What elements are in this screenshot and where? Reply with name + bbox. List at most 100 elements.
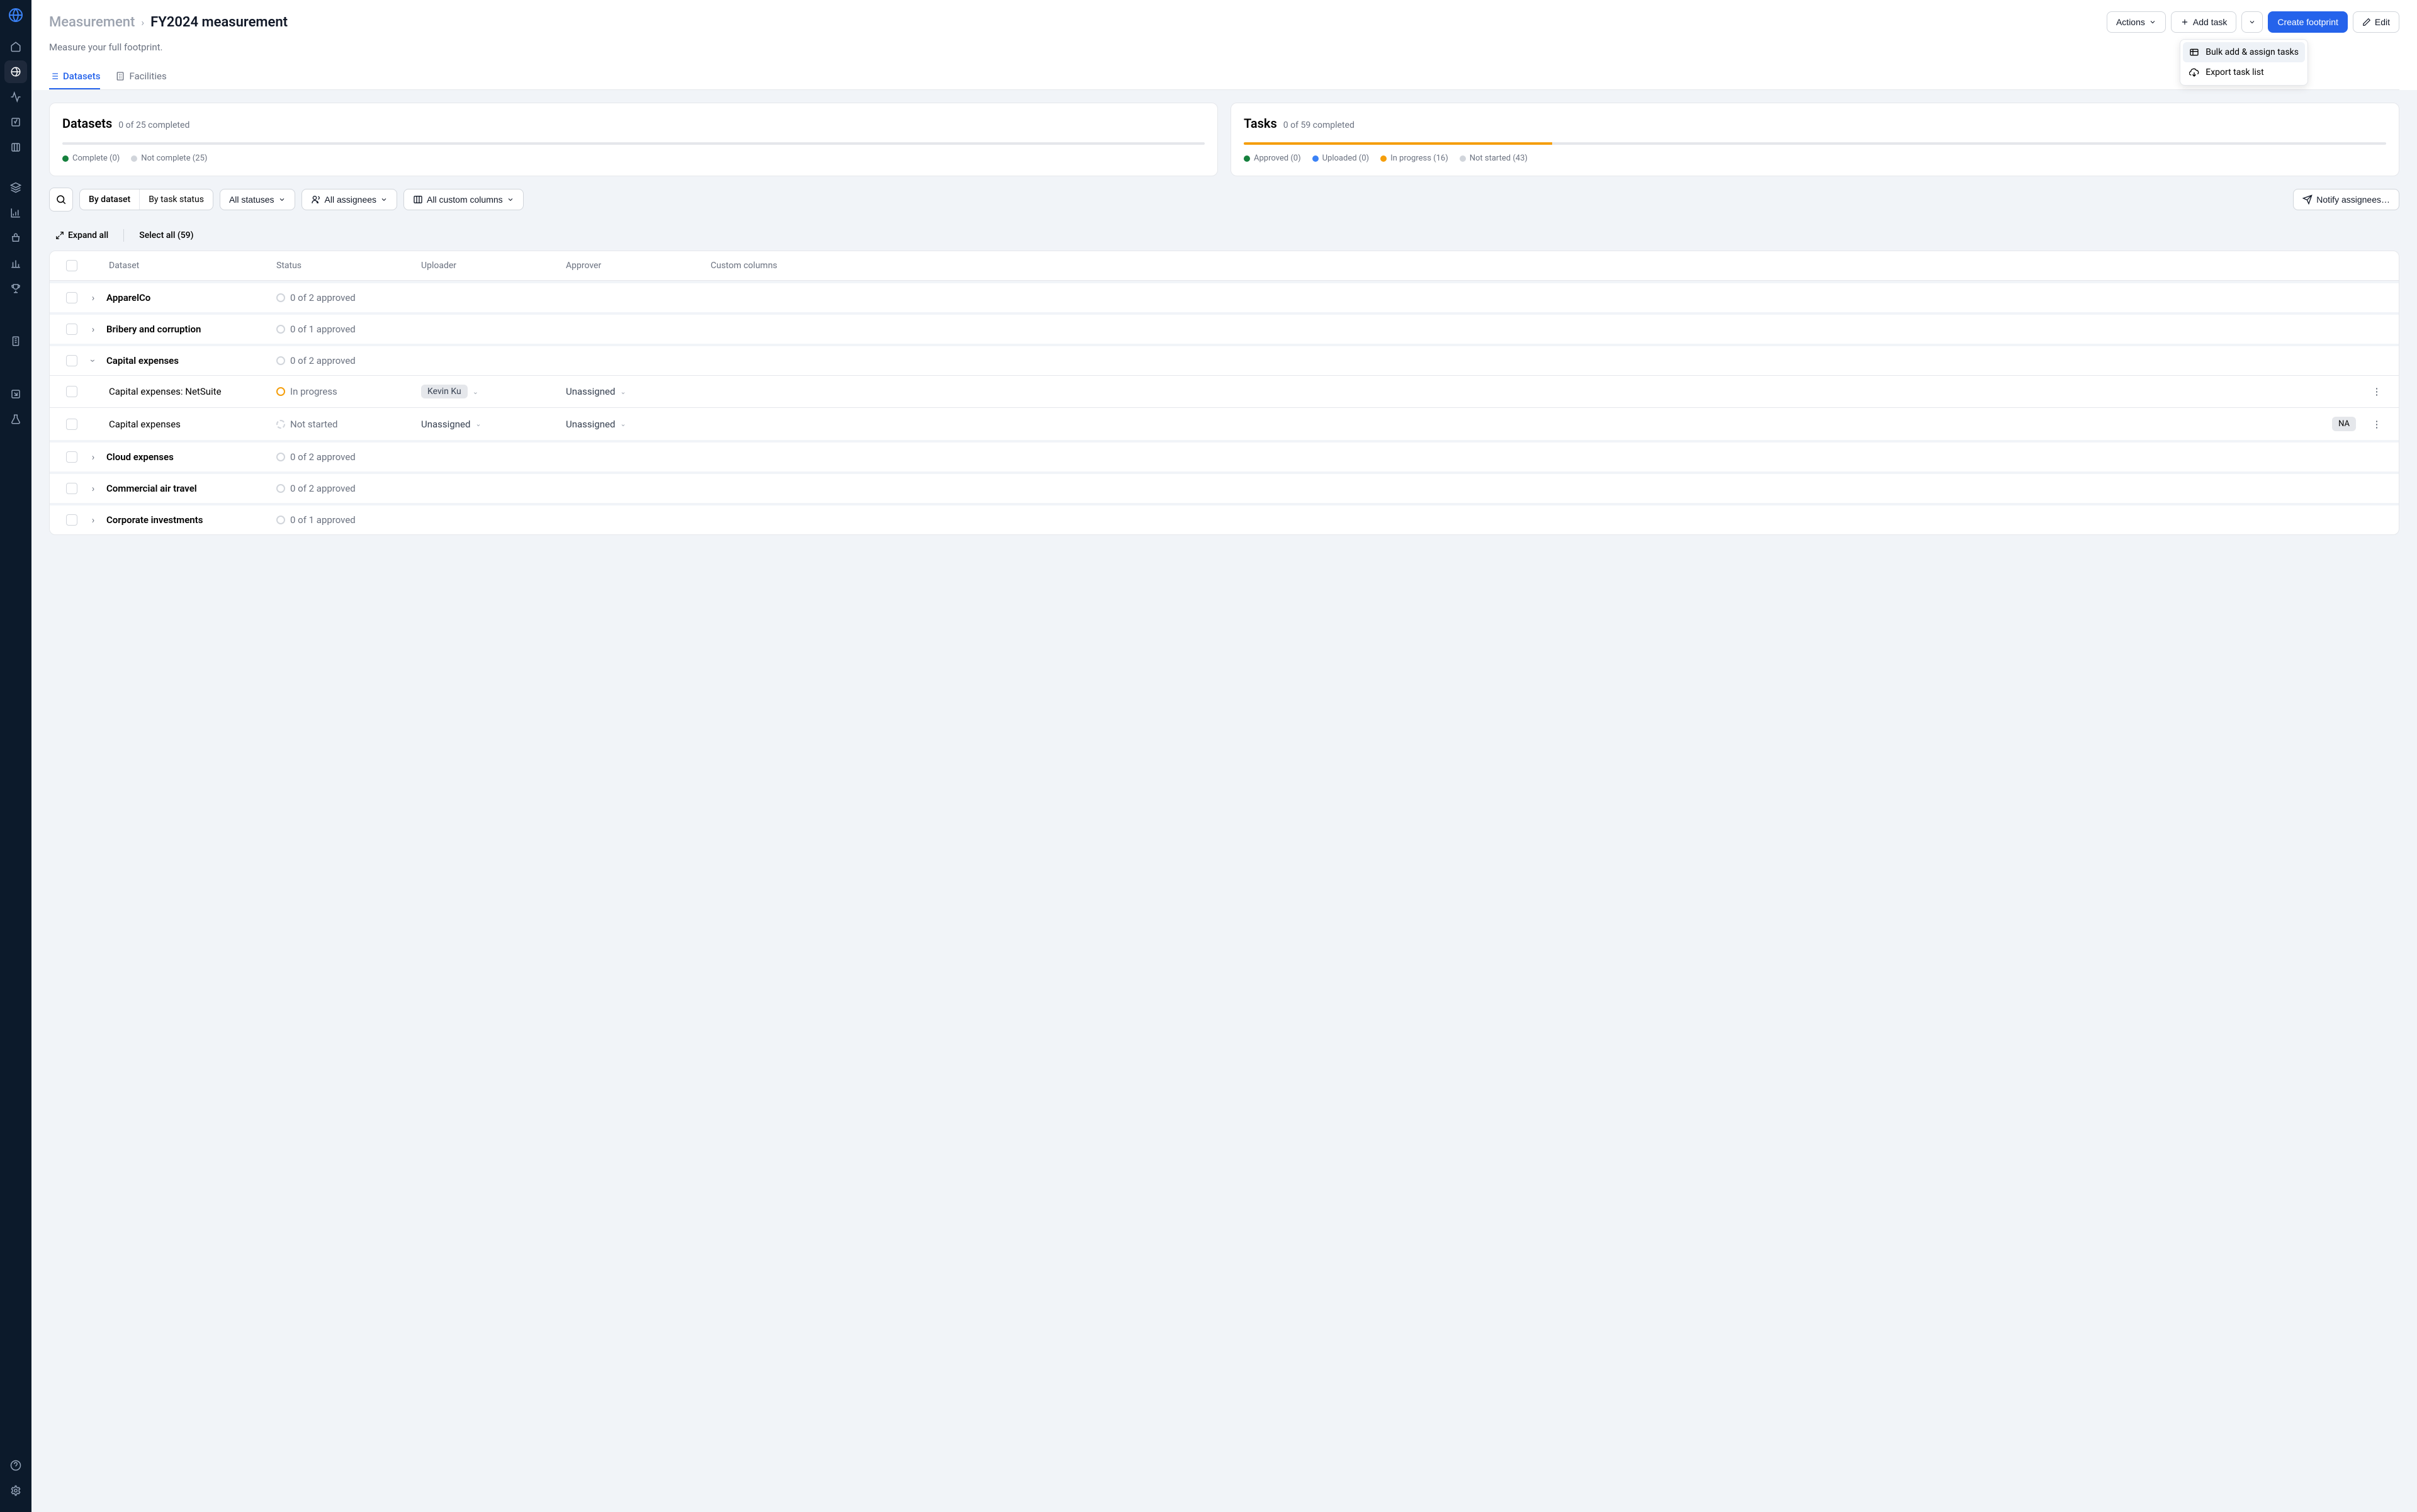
table-header: Dataset Status Uploader Approver Custom … [50, 251, 2399, 281]
col-dataset: Dataset [87, 261, 276, 271]
nav-finance-icon[interactable] [4, 252, 27, 274]
table-row: ›Corporate investments 0 of 1 approved [50, 503, 2399, 534]
search-icon [55, 194, 67, 205]
nav-activity-icon[interactable] [4, 86, 27, 108]
assignee-filter[interactable]: All assignees [301, 189, 398, 210]
send-icon [2302, 195, 2313, 205]
nav-data-icon[interactable] [4, 136, 27, 159]
status-ring-icon [276, 387, 285, 396]
legend-in-progress: In progress (16) [1380, 154, 1448, 163]
content-area: Datasets 0 of 25 completed Complete (0) … [31, 90, 2417, 1512]
col-custom: Custom columns [711, 261, 2361, 271]
nav-layers-icon[interactable] [4, 176, 27, 199]
status-ring-icon [276, 420, 285, 429]
add-task-button[interactable]: Add task [2171, 11, 2236, 33]
uploader-select[interactable]: Unassigned⌄ [421, 419, 482, 430]
add-task-more-button[interactable] [2241, 11, 2263, 33]
chevron-down-icon [507, 196, 514, 203]
tabs: Datasets Facilities [49, 64, 2399, 90]
nav-form-icon[interactable] [4, 111, 27, 133]
table-actions: Expand all Select all (59) [49, 220, 2399, 251]
table-row: ›ApparelCo 0 of 2 approved [50, 281, 2399, 312]
list-icon [49, 71, 59, 81]
bulk-add-label: Bulk add & assign tasks [2206, 47, 2299, 57]
status-ring-icon [276, 484, 285, 493]
notify-assignees-button[interactable]: Notify assignees… [2293, 189, 2399, 210]
nav-home-icon[interactable] [4, 35, 27, 58]
status-filter[interactable]: All statuses [220, 189, 295, 210]
row-checkbox[interactable] [66, 386, 77, 397]
custom-column-chip: NA [2332, 417, 2356, 431]
legend-not-complete: Not complete (25) [131, 154, 207, 163]
chevron-down-icon[interactable]: › [87, 355, 99, 366]
chevron-right-icon[interactable]: › [87, 451, 99, 463]
main-content: Measurement › FY2024 measurement Actions… [31, 0, 2417, 1512]
approver-select[interactable]: Unassigned⌄ [566, 419, 626, 430]
expand-all-action[interactable]: Expand all [55, 230, 108, 240]
chevron-down-icon [278, 196, 286, 203]
row-checkbox[interactable] [66, 483, 77, 494]
select-all-checkbox[interactable] [66, 260, 77, 271]
col-status: Status [276, 261, 421, 271]
actions-label: Actions [2116, 17, 2145, 27]
row-checkbox[interactable] [66, 451, 77, 463]
row-menu-button[interactable]: ⋮ [2361, 419, 2392, 430]
chevron-right-icon[interactable]: › [87, 483, 99, 494]
export-task-item[interactable]: Export task list [2183, 62, 2305, 82]
row-checkbox[interactable] [66, 292, 77, 303]
approver-select[interactable]: Unassigned⌄ [566, 386, 626, 397]
create-footprint-label: Create footprint [2277, 17, 2338, 27]
chevron-right-icon[interactable]: › [87, 514, 99, 526]
by-task-status-toggle[interactable]: By task status [139, 189, 213, 210]
chevron-down-icon: ⌄ [473, 388, 478, 396]
row-checkbox[interactable] [66, 514, 77, 526]
nav-report-icon[interactable] [4, 383, 27, 405]
table-row: Capital expenses: NetSuite In progress K… [50, 375, 2399, 407]
chevron-down-icon: ⌄ [620, 420, 626, 428]
nav-chart-icon[interactable] [4, 201, 27, 224]
breadcrumb-parent[interactable]: Measurement [49, 14, 135, 30]
bulk-add-item[interactable]: Bulk add & assign tasks [2183, 42, 2305, 62]
chevron-right-icon[interactable]: › [87, 292, 99, 303]
users-icon [311, 195, 321, 205]
select-all-action[interactable]: Select all (59) [139, 230, 193, 240]
row-checkbox[interactable] [66, 324, 77, 335]
status-ring-icon [276, 516, 285, 524]
chevron-right-icon[interactable]: › [87, 324, 99, 335]
chevron-down-icon: ⌄ [620, 388, 626, 396]
row-checkbox[interactable] [66, 419, 77, 430]
tab-facilities[interactable]: Facilities [115, 64, 166, 89]
legend-complete: Complete (0) [62, 154, 120, 163]
row-checkbox[interactable] [66, 355, 77, 366]
tasks-card-sub: 0 of 59 completed [1283, 120, 1355, 130]
pencil-icon [2362, 18, 2371, 26]
datasets-card-sub: 0 of 25 completed [118, 120, 189, 130]
tasks-progress [1244, 142, 2386, 145]
nav-lab-icon[interactable] [4, 408, 27, 431]
export-task-label: Export task list [2206, 67, 2264, 77]
nav-measurement-icon[interactable] [4, 60, 27, 83]
columns-filter[interactable]: All custom columns [403, 189, 524, 210]
create-footprint-button[interactable]: Create footprint [2268, 11, 2348, 33]
nav-trophy-icon[interactable] [4, 277, 27, 300]
nav-basket-icon[interactable] [4, 227, 27, 249]
nav-building-icon[interactable] [4, 330, 27, 353]
tab-datasets[interactable]: Datasets [49, 64, 100, 89]
by-dataset-toggle[interactable]: By dataset [80, 189, 139, 210]
chevron-down-icon [2248, 18, 2256, 26]
row-menu-button[interactable]: ⋮ [2361, 386, 2392, 397]
nav-settings-icon[interactable] [4, 1479, 27, 1502]
nav-help-icon[interactable] [4, 1454, 27, 1477]
edit-button[interactable]: Edit [2353, 11, 2399, 33]
datasets-card-title: Datasets [62, 116, 112, 131]
actions-button[interactable]: Actions [2107, 11, 2166, 33]
tasks-card-title: Tasks [1244, 116, 1277, 131]
add-task-label: Add task [2193, 17, 2227, 27]
table-row: ›Capital expenses 0 of 2 approved [50, 344, 2399, 375]
status-ring-icon [276, 453, 285, 461]
table-row: ›Cloud expenses 0 of 2 approved [50, 440, 2399, 471]
uploader-select[interactable]: Kevin Ku⌄ [421, 385, 478, 398]
chevron-down-icon [380, 196, 388, 203]
view-toggle: By dataset By task status [79, 189, 213, 210]
search-button[interactable] [49, 188, 73, 212]
